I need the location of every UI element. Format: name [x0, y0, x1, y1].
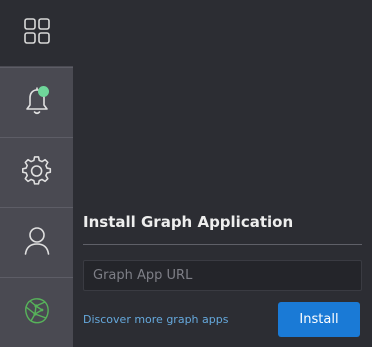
install-button[interactable]: Install — [278, 302, 360, 337]
sidebar-item-account[interactable] — [0, 207, 73, 277]
sidebar-item-notifications[interactable] — [0, 67, 73, 137]
discover-graph-apps-link[interactable]: Discover more graph apps — [83, 313, 228, 326]
sidebar-item-graph-apps[interactable] — [0, 277, 73, 347]
sidebar-item-settings[interactable] — [0, 137, 73, 207]
grid-icon — [23, 17, 51, 49]
install-graph-app-panel: Install Graph Application Discover more … — [83, 210, 362, 337]
divider — [83, 244, 362, 245]
sidebar-item-apps[interactable] — [0, 0, 73, 66]
notification-badge — [38, 86, 49, 97]
panel-title: Install Graph Application — [83, 213, 294, 231]
graph-app-icon — [24, 297, 50, 329]
app-window: Install Graph Application Discover more … — [0, 0, 372, 347]
gear-icon — [21, 155, 52, 190]
sidebar — [0, 0, 73, 347]
user-icon — [23, 226, 51, 260]
graph-app-url-input[interactable] — [83, 260, 362, 291]
